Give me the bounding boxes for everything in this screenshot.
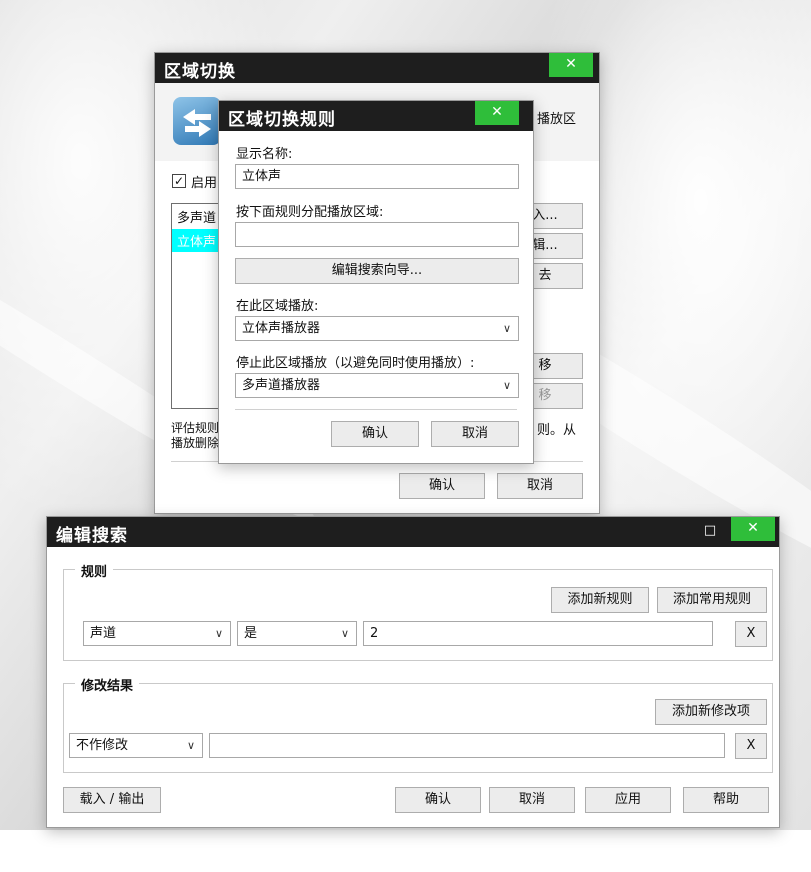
assign-rule-field[interactable] — [235, 222, 519, 247]
add-modify-item-button[interactable]: 添加新修改项 — [655, 699, 767, 725]
enable-checkbox-label: 启用 — [191, 176, 218, 191]
footer-text-line2: 播放删除 — [171, 436, 220, 450]
zone-rule-titlebar: 区域切换规则 ✕ — [219, 101, 533, 131]
help-button[interactable]: 帮助 — [683, 787, 769, 813]
footer-text-right: 则。从 — [537, 423, 577, 438]
play-zone-label: 在此区域播放: — [236, 299, 319, 314]
add-common-rule-button[interactable]: 添加常用规则 — [657, 587, 767, 613]
chevron-down-icon: ∨ — [340, 627, 349, 640]
close-icon[interactable]: ✕ — [731, 517, 775, 541]
remove-modify-button[interactable]: X — [735, 733, 767, 759]
rule-operator-select[interactable]: 是 ∨ — [237, 621, 357, 646]
close-icon[interactable]: ✕ — [549, 53, 593, 77]
chevron-down-icon: ∨ — [214, 627, 223, 640]
edit-search-window: 编辑搜索 □ ✕ 规则 添加新规则 添加常用规则 声道 ∨ 是 ∨ 2 X 修改… — [46, 516, 780, 828]
modify-results-group — [63, 683, 773, 773]
stop-zone-label: 停止此区域播放（以避免同时使用播放）: — [236, 356, 475, 371]
cancel-button[interactable]: 取消 — [489, 787, 575, 813]
window-title: 区域切换 — [164, 62, 236, 82]
remove-rule-button[interactable]: X — [735, 621, 767, 647]
ok-button[interactable]: 确认 — [395, 787, 481, 813]
switch-arrows-icon — [173, 97, 221, 145]
rule-field-select[interactable]: 声道 ∨ — [83, 621, 231, 646]
divider — [235, 409, 517, 410]
dialog-title: 区域切换规则 — [228, 110, 336, 130]
close-icon[interactable]: ✕ — [475, 101, 519, 125]
add-new-rule-button[interactable]: 添加新规则 — [551, 587, 649, 613]
header-description: 播放区 — [537, 112, 577, 127]
modify-action-value: 不作修改 — [76, 738, 129, 753]
chevron-down-icon: ∨ — [502, 322, 511, 335]
window-title: 编辑搜索 — [56, 526, 128, 546]
stop-zone-select[interactable]: 多声道播放器 ∨ — [235, 373, 519, 398]
rule-field-value: 声道 — [90, 626, 117, 641]
enable-checkbox[interactable]: ✓ — [172, 174, 186, 188]
zone-switch-titlebar: 区域切换 ✕ — [155, 53, 599, 83]
maximize-icon[interactable]: □ — [695, 520, 725, 542]
rule-value-input[interactable]: 2 — [363, 621, 713, 646]
stop-zone-value: 多声道播放器 — [242, 378, 321, 393]
cancel-button[interactable]: 取消 — [431, 421, 519, 447]
rule-operator-value: 是 — [244, 626, 258, 641]
display-name-field[interactable]: 立体声 — [235, 164, 519, 189]
load-save-button[interactable]: 载入 / 输出 — [63, 787, 161, 813]
play-zone-value: 立体声播放器 — [242, 321, 321, 336]
ok-button[interactable]: 确认 — [331, 421, 419, 447]
chevron-down-icon: ∨ — [502, 379, 511, 392]
search-wizard-button[interactable]: 编辑搜索向导... — [235, 258, 519, 284]
ok-button[interactable]: 确认 — [399, 473, 485, 499]
apply-button[interactable]: 应用 — [585, 787, 671, 813]
chevron-down-icon: ∨ — [186, 739, 195, 752]
edit-search-titlebar: 编辑搜索 □ ✕ — [47, 517, 779, 547]
modify-action-select[interactable]: 不作修改 ∨ — [69, 733, 203, 758]
modify-group-label: 修改结果 — [75, 675, 140, 694]
cancel-button[interactable]: 取消 — [497, 473, 583, 499]
play-zone-select[interactable]: 立体声播放器 ∨ — [235, 316, 519, 341]
zone-rule-dialog: 区域切换规则 ✕ 显示名称: 立体声 按下面规则分配播放区域: 编辑搜索向导..… — [218, 100, 534, 464]
assign-rule-label: 按下面规则分配播放区域: — [236, 205, 384, 220]
rules-group — [63, 569, 773, 661]
display-name-label: 显示名称: — [236, 147, 293, 162]
modify-value-input[interactable] — [209, 733, 725, 758]
rules-group-label: 规则 — [75, 561, 114, 580]
